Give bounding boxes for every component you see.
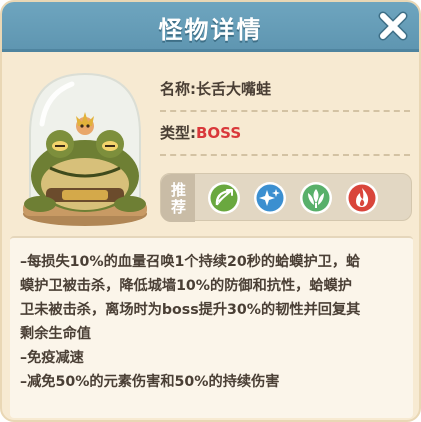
description-line: –每损失10%的血量召唤1个持续20秒的蛤蟆护卫，蛤 — [20, 254, 361, 270]
divider — [160, 154, 410, 156]
close-button[interactable] — [375, 8, 411, 44]
type-row: 类型:BOSS — [160, 114, 410, 158]
monster-info: 名称:长舌大嘴蛙 类型:BOSS — [160, 70, 410, 158]
skill-bow[interactable] — [207, 181, 241, 215]
sparkle-icon — [254, 182, 286, 214]
description-line: 剩余生命值 — [20, 326, 91, 342]
type-value: BOSS — [196, 124, 242, 142]
panel-title: 怪物详情 — [158, 16, 263, 44]
leaf-burst-icon — [300, 182, 332, 214]
name-row: 名称:长舌大嘴蛙 — [160, 70, 410, 114]
fire-icon — [346, 182, 378, 214]
type-label: 类型: — [160, 124, 196, 142]
close-icon — [378, 11, 408, 41]
monster-detail-panel: 怪物详情 名称:长舌大嘴蛙 类型:BOSS 推荐 –每损失10%的血量召唤1个持… — [0, 0, 421, 422]
skill-sparkle[interactable] — [253, 181, 287, 215]
description-box[interactable]: –每损失10%的血量召唤1个持续20秒的蛤蟆护卫，蛤 蟆护卫被击杀，降低城墙10… — [10, 236, 413, 418]
skill-leaf[interactable] — [299, 181, 333, 215]
skill-fire[interactable] — [345, 181, 379, 215]
divider — [160, 110, 410, 112]
description-line: –免疫减速 — [20, 350, 84, 366]
panel-header: 怪物详情 — [2, 2, 419, 52]
description-line: –减免50%的元素伤害和50%的持续伤害 — [20, 374, 280, 390]
bow-icon — [208, 182, 240, 214]
recommend-bar: 推荐 — [160, 173, 412, 222]
description-line: 蟆护卫被击杀，降低城墙10%的防御和抗性，蛤蟆护 — [20, 278, 352, 294]
description-line: 卫未被击杀，离场时为boss提升30%的韧性并回复其 — [20, 302, 361, 318]
monster-portrait — [16, 64, 154, 234]
toad-boss-icon — [23, 72, 147, 226]
recommend-label: 推荐 — [161, 174, 195, 222]
monster-name: 名称:长舌大嘴蛙 — [160, 80, 271, 98]
